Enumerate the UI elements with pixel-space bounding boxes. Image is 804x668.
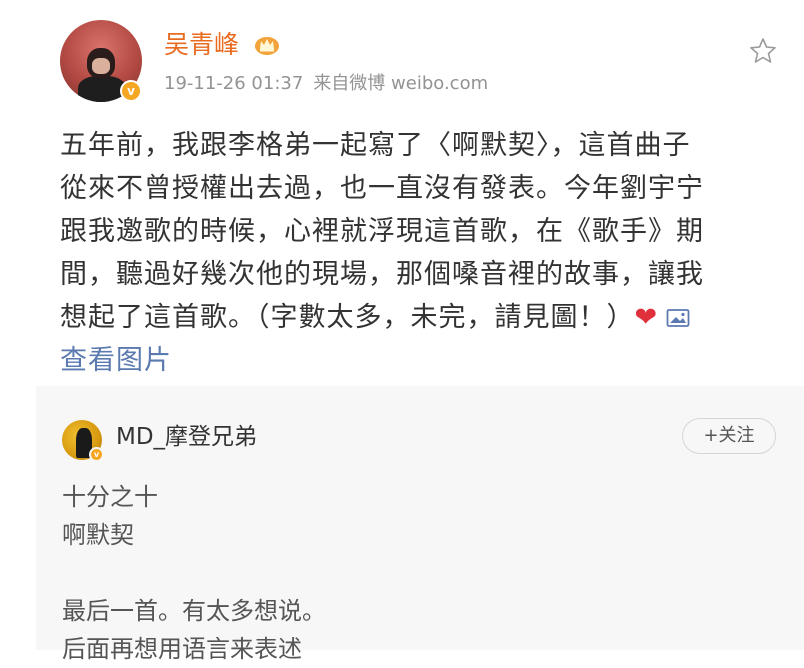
verified-v-icon: v bbox=[89, 447, 104, 462]
post-meta: 19-11-26 01:37 来自微博 weibo.com bbox=[164, 72, 488, 96]
content-line: 五年前，我跟李格弟一起寫了〈啊默契〉，這首曲子 bbox=[60, 130, 691, 161]
content-line: 跟我邀歌的時候，心裡就浮現這首歌，在《歌手》期 bbox=[60, 216, 704, 247]
repost-blank-line bbox=[62, 554, 782, 592]
repost-line: 最后一首。有太多想说。 bbox=[62, 597, 326, 625]
repost-author-avatar[interactable]: v bbox=[62, 420, 104, 462]
author-name[interactable]: 吴青峰 bbox=[164, 30, 239, 60]
heart-emoji-icon: ❤ bbox=[634, 302, 659, 333]
author-avatar[interactable]: v bbox=[60, 20, 142, 102]
verified-v-icon: v bbox=[120, 80, 142, 102]
repost-line: 十分之十 bbox=[62, 483, 158, 511]
content-line: 從來不曾授權出去過，也一直沒有發表。今年劉宇宁 bbox=[60, 173, 704, 204]
repost-author-name[interactable]: MD_摩登兄弟 bbox=[116, 422, 257, 452]
post-source[interactable]: 来自微博 weibo.com bbox=[313, 73, 488, 94]
star-icon[interactable] bbox=[748, 36, 778, 66]
content-line: 間，聽過好幾次他的現場，那個嗓音裡的故事，讓我 bbox=[60, 259, 704, 290]
post-timestamp: 19-11-26 01:37 bbox=[164, 73, 304, 94]
reposted-card[interactable]: v MD_摩登兄弟 +关注 十分之十 啊默契 最后一首。有太多想说。 后面再想用… bbox=[36, 386, 804, 663]
post-content: 五年前，我跟李格弟一起寫了〈啊默契〉，這首曲子 從來不曾授權出去過，也一直沒有發… bbox=[60, 124, 782, 382]
repost-content: 十分之十 啊默契 最后一首。有太多想说。 后面再想用语言来表述 bbox=[62, 478, 782, 668]
content-text: 想起了這首歌。（字數太多，未完，請見圖！） bbox=[60, 302, 635, 333]
content-line-last: 想起了這首歌。（字數太多，未完，請見圖！）❤ bbox=[60, 296, 782, 339]
follow-button[interactable]: +关注 bbox=[682, 418, 776, 454]
repost-line: 后面再想用语言来表述 bbox=[62, 635, 302, 663]
picture-icon[interactable] bbox=[666, 308, 690, 328]
weibo-post: v 吴青峰 19-11-26 01:37 来自微博 weibo.com 五年前，我… bbox=[0, 0, 804, 386]
view-pictures-link[interactable]: 查看图片 bbox=[60, 339, 782, 382]
crown-icon bbox=[255, 37, 279, 55]
repost-line: 啊默契 bbox=[62, 521, 134, 549]
